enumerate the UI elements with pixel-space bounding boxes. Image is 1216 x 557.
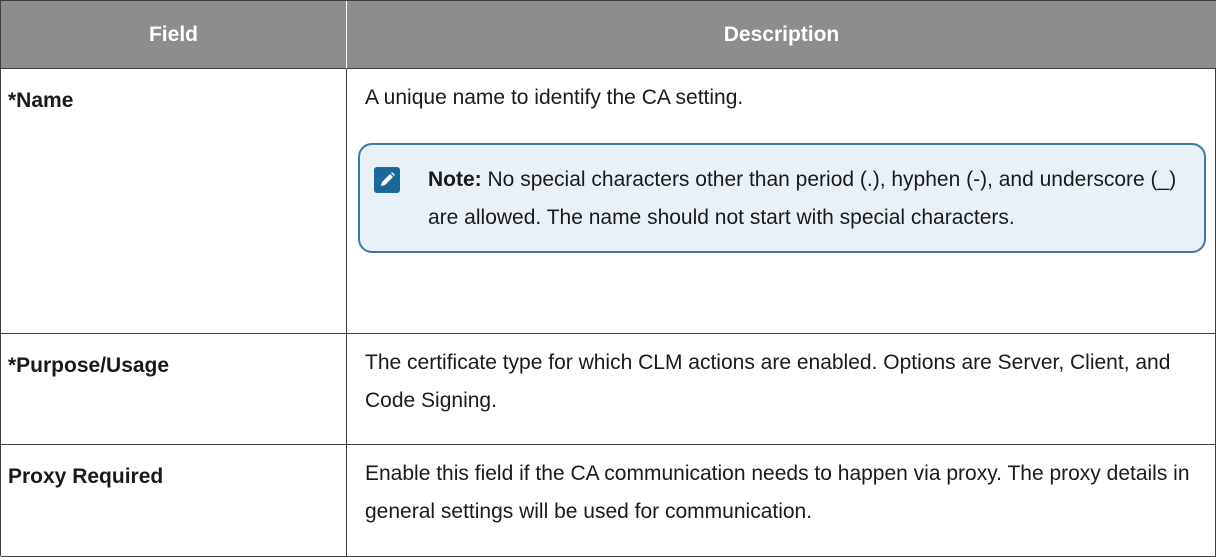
field-name-cell: *Name [1, 69, 347, 334]
description-cell: A unique name to identify the CA setting… [347, 69, 1216, 334]
description-text: A unique name to identify the CA setting… [365, 86, 744, 109]
description-cell: The certificate type for which CLM actio… [347, 334, 1216, 445]
note-label: Note: [428, 168, 482, 191]
field-name-cell: Proxy Required [1, 445, 347, 557]
note-text: No special characters other than period … [428, 168, 1177, 229]
pencil-icon [374, 167, 400, 193]
note-callout: Note: No special characters other than p… [358, 143, 1206, 253]
field-name-cell: *Purpose/Usage [1, 334, 347, 445]
description-cell: Enable this field if the CA communicatio… [347, 445, 1216, 557]
column-header-field: Field [1, 1, 347, 69]
fields-table: Field Description *Name A unique name to… [0, 0, 1216, 557]
column-header-description: Description [347, 1, 1216, 69]
